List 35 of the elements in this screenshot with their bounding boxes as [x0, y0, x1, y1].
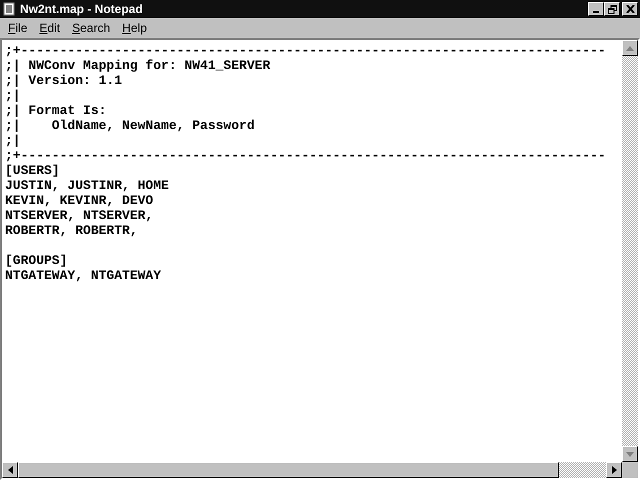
window-title: Nw2nt.map - Notepad	[20, 2, 143, 16]
right-arrow-icon	[612, 466, 616, 474]
text-line: KEVIN, KEVINR, DEVO	[5, 193, 154, 208]
scroll-left-button[interactable]	[2, 462, 18, 478]
restore-icon	[608, 4, 616, 14]
text-line: ;|	[5, 133, 22, 148]
minimize-button[interactable]	[588, 2, 604, 16]
notepad-icon	[2, 2, 16, 16]
text-line: ;|	[5, 88, 22, 103]
text-line: [USERS]	[5, 163, 61, 178]
text-line: ;| NWConv Mapping for: NW41_SERVER	[5, 58, 272, 73]
up-arrow-icon	[626, 46, 634, 50]
text-line: ;| Format Is:	[5, 103, 108, 118]
text-line: ;+---------------------------------------------------------------------------	[5, 148, 607, 163]
text-line: ROBERTR, ROBERTR,	[5, 223, 139, 238]
text-line: NTGATEWAY, NTGATEWAY	[5, 268, 162, 283]
menu-item[interactable]: Edit	[33, 21, 66, 35]
text-line: [GROUPS]	[5, 253, 68, 268]
close-icon	[626, 5, 634, 13]
text-line: ;| Version: 1.1	[5, 73, 124, 88]
scroll-up-button[interactable]	[622, 40, 638, 56]
scroll-right-button[interactable]	[606, 462, 622, 478]
close-button[interactable]	[622, 2, 638, 16]
scroll-down-button[interactable]	[622, 446, 638, 462]
left-arrow-icon	[8, 466, 12, 474]
menu-item[interactable]: Search	[66, 21, 116, 35]
text-line: ;| OldName, NewName, Password	[5, 118, 256, 133]
vertical-scrollbar[interactable]	[622, 40, 638, 462]
restore-button[interactable]	[604, 2, 620, 16]
down-arrow-icon	[626, 452, 634, 456]
text-line: NTSERVER, NTSERVER,	[5, 208, 154, 223]
menu-item[interactable]: Help	[116, 21, 153, 35]
text-line: JUSTIN, JUSTINR, HOME	[5, 178, 170, 193]
text-line: ;+---------------------------------------------------------------------------	[5, 43, 607, 58]
menu-item[interactable]: File	[2, 21, 34, 35]
